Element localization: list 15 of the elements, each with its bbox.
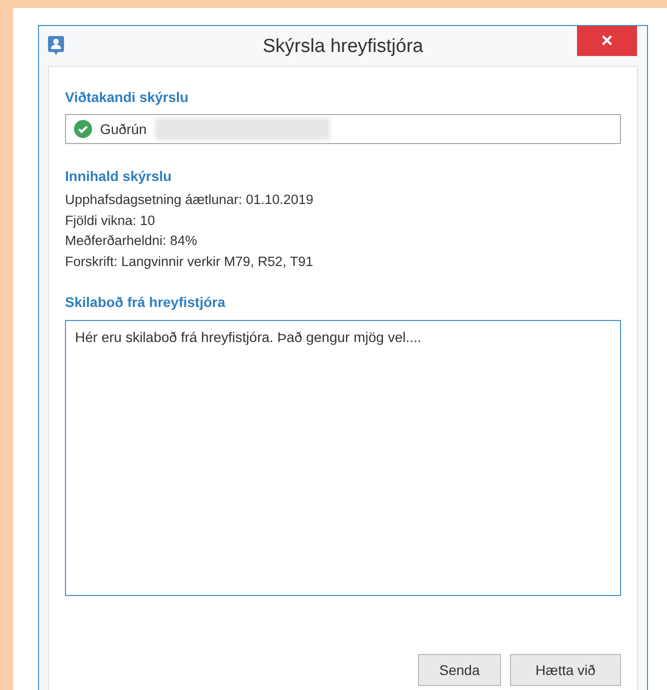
close-button[interactable]: × — [577, 26, 637, 56]
recipient-field[interactable]: Guðrún — [65, 114, 621, 144]
message-field[interactable]: Hér eru skilaboð frá hreyfistjóra. Það gengur mjög vel.... — [65, 320, 621, 596]
window-title: Skýrsla hreyfistjóra — [262, 35, 424, 59]
report-detail-line: Forskrift: Langvinnir verkir M79, R52, T91 — [65, 252, 314, 271]
recipient-name: Guðrún — [100, 120, 147, 138]
user-badge-icon — [48, 36, 64, 56]
report-detail-line: Meðferðarheldni: 84% — [65, 232, 198, 250]
section-heading: Innihald skýrslu — [65, 167, 173, 186]
report-detail-line: Fjöldi vikna: 10 — [65, 212, 156, 230]
dialog-button[interactable]: Senda — [418, 654, 501, 686]
section-heading: Viðtakandi skýrslu — [65, 88, 190, 107]
section-heading: Skilaboð frá hreyfistjóra — [65, 293, 226, 312]
report-detail-line: Upphafsdagsetning áætlunar: 01.10.2019 — [65, 191, 314, 209]
dialog-button[interactable]: Hætta við — [510, 654, 621, 686]
